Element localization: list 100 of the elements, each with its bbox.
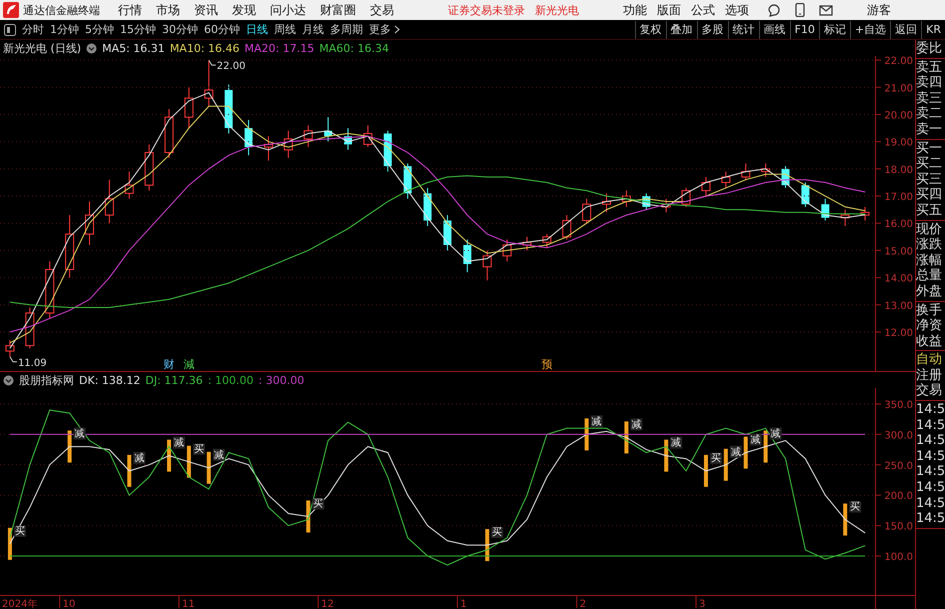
legend-value: : 16.31 [126, 42, 165, 54]
phone-icon[interactable] [795, 3, 805, 17]
quote-label[interactable]: 收益 [916, 334, 945, 350]
mail-icon[interactable] [819, 4, 833, 16]
quote-label[interactable]: 涨幅 [916, 252, 945, 268]
menu-item[interactable]: 版面 [653, 1, 685, 19]
axis-label: 12.00 [884, 328, 913, 340]
menu-item[interactable]: 发现 [228, 1, 260, 19]
login-status[interactable]: 证券交易未登录 [448, 2, 525, 18]
signal-bar [306, 500, 310, 532]
quote-label[interactable]: 换手 [916, 302, 945, 318]
chevron-icon [394, 25, 400, 34]
period-tab[interactable]: 多周期 [327, 20, 366, 38]
signal-bar [167, 440, 172, 472]
signal-label: 减 [212, 448, 225, 461]
menu-item[interactable]: 市场 [152, 1, 184, 19]
menu-item[interactable]: 资讯 [190, 1, 222, 19]
period-tab[interactable]: 日线 [243, 20, 271, 38]
legend-label: MA5 [102, 42, 126, 54]
signal-bar [127, 454, 132, 487]
quote-label[interactable]: 14:5 [916, 464, 945, 480]
quote-label[interactable]: 卖五 [916, 60, 945, 76]
quote-label[interactable]: 买一 [916, 140, 945, 156]
legend-label: MA20 [244, 42, 276, 54]
app-title: 通达信金融终端 [23, 2, 100, 18]
quote-label[interactable]: 买二 [916, 156, 945, 172]
period-tab[interactable]: 分时 [19, 20, 47, 38]
quote-label[interactable]: 交易 [916, 383, 945, 400]
dropdown-icon[interactable] [86, 42, 98, 54]
quote-label[interactable]: 外盘 [916, 284, 945, 300]
quote-label[interactable]: 买三 [916, 172, 945, 188]
quote-label[interactable]: 卖三 [916, 90, 945, 106]
quote-label[interactable]: 卖二 [916, 106, 945, 122]
signal-label: 减 [173, 436, 186, 449]
chart-title: 新光光电 (日线) [3, 40, 82, 56]
menu-item[interactable]: 交易 [366, 1, 398, 19]
period-tab[interactable]: 30分钟 [159, 20, 201, 38]
date-label: 2024年 [2, 599, 38, 609]
menu-item[interactable]: 财富圈 [316, 1, 360, 19]
menu-item[interactable]: 公式 [687, 1, 719, 19]
candlestick [443, 214, 452, 251]
annotation: 22.00 [216, 61, 246, 72]
quote-label[interactable]: 14:5 [916, 418, 945, 434]
period-tab[interactable]: 5分钟 [82, 20, 117, 38]
signal-label: 减 [770, 428, 782, 440]
quote-label[interactable]: 14:5 [916, 448, 945, 464]
menu-item[interactable]: 行情 [114, 1, 146, 19]
chat-icon[interactable] [767, 3, 781, 17]
signal-label: 减 [133, 452, 146, 464]
user-button[interactable]: 游客 [863, 1, 895, 19]
logo-icon [3, 2, 19, 18]
dropdown-icon[interactable] [3, 374, 14, 386]
signal-label: 买 [192, 444, 205, 455]
menu-item[interactable]: 选项 [721, 1, 753, 19]
period-tab[interactable]: 月线 [299, 20, 327, 38]
event-tag[interactable]: 财 [164, 358, 175, 371]
quote-label[interactable]: 买四 [916, 187, 945, 203]
axis-label: 22.00 [884, 56, 913, 68]
panel-toggle-icon[interactable] [4, 24, 16, 36]
quote-label[interactable]: 14:5 [916, 433, 945, 449]
quote-label[interactable]: 14:5 [916, 480, 945, 496]
signal-label: 减 [730, 446, 742, 458]
event-tag[interactable]: 減 [183, 358, 194, 371]
signal-bar [724, 448, 728, 481]
period-tab[interactable]: 1分钟 [47, 20, 82, 38]
candlestick [284, 130, 293, 158]
signal-label: 买 [710, 452, 722, 464]
quote-label[interactable]: 买五 [916, 202, 945, 219]
candlestick [84, 200, 94, 246]
quote-label[interactable]: 总量 [916, 268, 945, 284]
period-tab[interactable]: 15分钟 [117, 20, 159, 38]
quote-label[interactable]: 现价 [916, 222, 945, 238]
axis-label: 18.00 [884, 164, 913, 176]
quote-label[interactable]: 自动 [916, 352, 945, 368]
quote-label[interactable]: 卖一 [916, 122, 945, 138]
date-label: 3 [699, 599, 706, 609]
signal-bar [624, 421, 628, 454]
quote-label[interactable]: 注册 [916, 368, 945, 384]
candlestick [65, 214, 74, 278]
quote-label[interactable]: 14:5 [916, 402, 945, 418]
menu-item[interactable]: 功能 [619, 1, 651, 19]
menu-item[interactable]: 问小达 [266, 1, 310, 19]
legend-label: MA10 [170, 42, 201, 54]
signal-bar [186, 446, 191, 478]
quote-label[interactable]: 卖四 [916, 75, 945, 91]
quote-label[interactable]: 涨跌 [916, 237, 945, 253]
quote-label[interactable]: 净资 [916, 318, 945, 334]
quote-label[interactable]: 14:5 [916, 511, 945, 527]
quote-label[interactable]: 14:5 [916, 496, 945, 512]
quote-label[interactable]: 委比 [916, 41, 945, 57]
period-tab[interactable]: 周线 [271, 20, 299, 38]
signal-label: 减 [630, 418, 642, 430]
period-tab[interactable]: 60分钟 [201, 20, 243, 38]
signal-bar [764, 430, 768, 463]
date-label: 12 [321, 599, 334, 609]
legend-label: DJ [145, 374, 158, 386]
legend-value: : 16.34 [350, 42, 389, 54]
signal-label: 买 [491, 527, 504, 538]
event-tag[interactable]: 预 [541, 358, 552, 371]
more-button[interactable]: 更多 [366, 20, 403, 38]
